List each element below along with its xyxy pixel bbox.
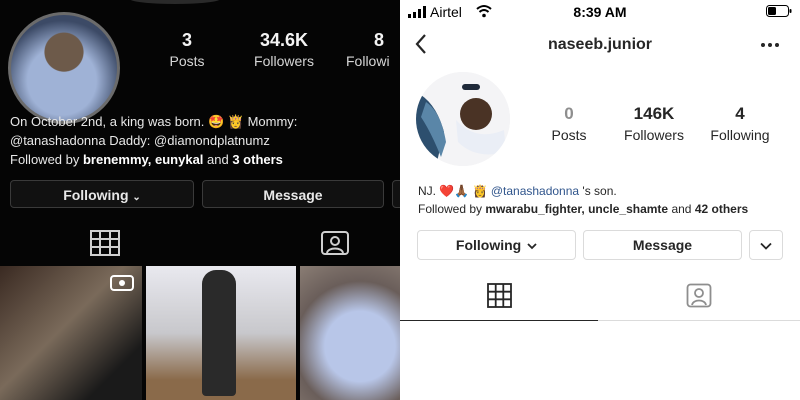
chevron-down-icon: ⌄ [132, 192, 141, 203]
posts-label: Posts [169, 53, 205, 69]
followers-label: Followers [624, 127, 684, 143]
following-button-label: Following [455, 237, 522, 253]
followers-stat[interactable]: 146K Followers [618, 104, 690, 143]
status-bar: Airtel 8:39 AM [400, 0, 800, 24]
followed-by: Followed by brenemmy, eunykal and 3 othe… [10, 150, 390, 169]
following-button-label: Following [63, 187, 129, 203]
bio-text: NJ. ❤️🙏🏾 👸 [418, 184, 491, 198]
post-thumbnail[interactable] [146, 266, 296, 400]
bio: On October 2nd, a king was born. 🤩 👸 Mom… [10, 112, 390, 169]
followed-by-prefix: Followed by [418, 202, 486, 216]
video-icon [110, 275, 134, 291]
followed-by-prefix: Followed by [10, 152, 83, 167]
grid-icon [487, 283, 512, 308]
suggested-accounts-button[interactable] [749, 230, 783, 260]
posts-stat[interactable]: 0 Posts [544, 104, 594, 143]
message-button[interactable]: Message [202, 180, 384, 208]
followed-by-others[interactable]: 42 others [695, 202, 748, 216]
profile-avatar[interactable] [8, 12, 120, 124]
bio: NJ. ❤️🙏🏾 👸 @tanashadonna 's son. Followe… [418, 182, 788, 218]
post-thumbnail[interactable] [0, 266, 142, 400]
posts-label: Posts [551, 127, 587, 143]
profile-avatar[interactable] [416, 72, 510, 166]
profile-tabs [400, 278, 800, 321]
following-label: Following [710, 127, 770, 143]
followed-by-mid: and [668, 202, 695, 216]
more-options-icon[interactable] [760, 42, 780, 48]
following-button[interactable]: Following ⌄ [10, 180, 194, 208]
tab-tagged[interactable] [600, 278, 800, 320]
status-time: 8:39 AM [573, 4, 627, 20]
navigation-bar: naseeb.junior [400, 28, 800, 62]
followers-count: 34.6K [259, 30, 309, 50]
following-count: 8 [374, 30, 385, 50]
followed-by-mid: and [203, 152, 233, 167]
profile-tabs [0, 224, 400, 264]
tab-grid[interactable] [400, 278, 598, 321]
grid-icon[interactable] [90, 230, 120, 256]
post-thumbnail[interactable] [300, 266, 400, 400]
posts-count: 0 [564, 104, 574, 123]
following-stat[interactable]: 4 Following [706, 104, 774, 143]
tagged-icon[interactable] [320, 230, 350, 256]
followed-by-others[interactable]: 3 others [232, 152, 283, 167]
bio-line: NJ. ❤️🙏🏾 👸 @tanashadonna 's son. [418, 182, 788, 200]
message-button[interactable]: Message [583, 230, 742, 260]
left-profile-panel: 3 Posts 34.6K Followers 8 Followi On Oct… [0, 0, 400, 400]
followed-by: Followed by mwarabu_fighter, uncle_shamt… [418, 200, 788, 218]
following-stat[interactable]: 8 Followi [346, 30, 400, 69]
tagged-icon [686, 283, 712, 308]
bio-line-1: On October 2nd, a king was born. 🤩 👸 Mom… [10, 114, 298, 129]
following-count: 4 [735, 104, 745, 123]
followers-count: 146K [633, 104, 675, 123]
following-button[interactable]: Following [417, 230, 576, 260]
followed-by-names[interactable]: brenemmy, eunykal [83, 152, 203, 167]
followers-stat[interactable]: 34.6K Followers [236, 30, 332, 69]
bio-mention-link[interactable]: @tanashadonna [491, 184, 579, 198]
more-button-fragment[interactable] [392, 180, 400, 208]
battery-icon [766, 5, 792, 17]
posts-count: 3 [181, 30, 192, 50]
person-figure [202, 270, 236, 396]
chevron-down-icon [760, 243, 772, 251]
followers-label: Followers [254, 53, 314, 69]
bio-line-2: @tanashadonna Daddy: @diamondplatnumz [10, 133, 270, 148]
posts-stat[interactable]: 3 Posts [162, 30, 212, 69]
following-label: Followi [346, 53, 390, 69]
baby-photo [416, 72, 510, 166]
profile-username: naseeb.junior [547, 36, 653, 53]
bio-suffix: 's son. [579, 184, 617, 198]
top-avatar-fragment [130, 0, 220, 4]
followed-by-names[interactable]: mwarabu_fighter, uncle_shamte [485, 202, 668, 216]
chevron-down-icon [527, 243, 537, 250]
